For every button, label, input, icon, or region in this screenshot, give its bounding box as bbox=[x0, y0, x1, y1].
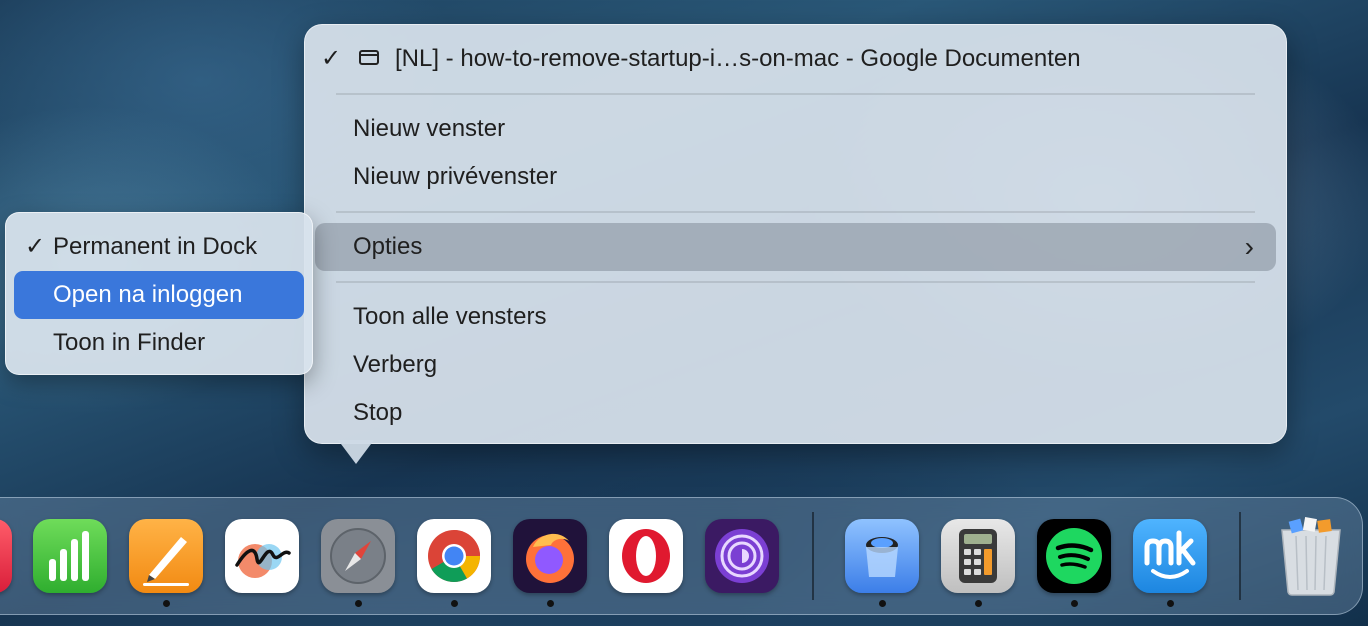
menu-item-new-window[interactable]: Nieuw venster bbox=[315, 105, 1276, 153]
checkmark-icon: ✓ bbox=[25, 233, 46, 260]
running-indicator bbox=[451, 600, 458, 607]
running-indicator bbox=[163, 600, 170, 607]
menu-item-label: Toon alle vensters bbox=[353, 303, 547, 330]
submenu-item-open-at-login[interactable]: Open na inloggen bbox=[14, 271, 304, 319]
submenu-item-label: Open na inloggen bbox=[53, 281, 243, 308]
menu-item-new-private-window[interactable]: Nieuw privévenster bbox=[315, 153, 1276, 201]
window-icon bbox=[359, 50, 379, 65]
preview-icon[interactable] bbox=[845, 519, 919, 593]
mackeeper-icon[interactable] bbox=[1133, 519, 1207, 593]
pages-icon[interactable] bbox=[129, 519, 203, 593]
menu-separator bbox=[336, 211, 1255, 213]
dock-divider bbox=[812, 512, 814, 600]
safari-icon[interactable] bbox=[321, 519, 395, 593]
running-indicator bbox=[975, 600, 982, 607]
menu-item-quit[interactable]: Stop bbox=[315, 389, 1276, 437]
dock-divider bbox=[1239, 512, 1241, 600]
menu-separator bbox=[336, 281, 1255, 283]
options-submenu: ✓ Permanent in Dock Open na inloggen Too… bbox=[5, 212, 313, 375]
dock-context-menu: ✓ [NL] - how-to-remove-startup-i…s-on-ma… bbox=[304, 24, 1287, 444]
chevron-right-icon: › bbox=[1244, 231, 1254, 262]
submenu-item-keep-in-dock[interactable]: ✓ Permanent in Dock bbox=[14, 223, 304, 271]
firefox-icon[interactable] bbox=[513, 519, 587, 593]
menu-item-show-all-windows[interactable]: Toon alle vensters bbox=[315, 293, 1276, 341]
running-indicator bbox=[879, 600, 886, 607]
numbers-icon[interactable] bbox=[33, 519, 107, 593]
running-indicator bbox=[1071, 600, 1078, 607]
calculator-icon[interactable] bbox=[941, 519, 1015, 593]
menu-item-label: [NL] - how-to-remove-startup-i…s-on-mac … bbox=[395, 45, 1081, 72]
menu-item-label: Opties bbox=[353, 233, 423, 260]
menu-pointer bbox=[338, 440, 374, 464]
running-indicator bbox=[355, 600, 362, 607]
running-indicator bbox=[1167, 600, 1174, 607]
menu-separator bbox=[336, 93, 1255, 95]
submenu-item-label: Toon in Finder bbox=[53, 329, 206, 356]
menu-item-options[interactable]: Opties › bbox=[315, 223, 1276, 271]
partial-app-icon[interactable] bbox=[0, 519, 12, 593]
submenu-item-show-in-finder[interactable]: Toon in Finder bbox=[14, 319, 304, 367]
menu-item-label: Stop bbox=[353, 399, 403, 426]
running-indicator bbox=[547, 600, 554, 607]
opera-icon[interactable] bbox=[609, 519, 683, 593]
spotify-icon[interactable] bbox=[1037, 519, 1111, 593]
menu-item-hide[interactable]: Verberg bbox=[315, 341, 1276, 389]
freeform-icon[interactable] bbox=[225, 519, 299, 593]
submenu-item-label: Permanent in Dock bbox=[53, 233, 258, 260]
menu-item-label: Verberg bbox=[353, 351, 438, 378]
menu-item-window[interactable]: ✓ [NL] - how-to-remove-startup-i…s-on-ma… bbox=[315, 35, 1276, 83]
trash-icon[interactable] bbox=[1276, 516, 1346, 596]
menu-item-label: Nieuw privévenster bbox=[353, 163, 558, 190]
chrome-icon[interactable] bbox=[417, 519, 491, 593]
tor-browser-icon[interactable] bbox=[705, 519, 779, 593]
menu-item-label: Nieuw venster bbox=[353, 115, 506, 142]
checkmark-icon: ✓ bbox=[321, 45, 342, 72]
